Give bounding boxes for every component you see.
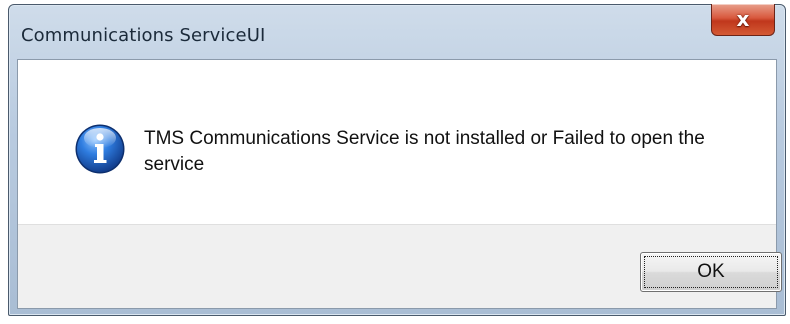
window-title: Communications ServiceUI — [21, 25, 266, 46]
message-dialog: Communications ServiceUI x TMS Communica… — [8, 4, 786, 316]
message-text: TMS Communications Service is not instal… — [144, 128, 705, 175]
title-bar[interactable]: Communications ServiceUI x — [9, 4, 785, 59]
message-area: TMS Communications Service is not instal… — [18, 60, 776, 224]
ok-button[interactable]: OK — [640, 252, 782, 292]
close-button[interactable]: x — [711, 4, 775, 36]
button-bar: OK — [18, 224, 782, 308]
close-icon: x — [736, 6, 750, 31]
ok-button-label: OK — [644, 256, 778, 288]
dialog-content: TMS Communications Service is not instal… — [17, 59, 782, 309]
info-icon — [75, 124, 125, 174]
